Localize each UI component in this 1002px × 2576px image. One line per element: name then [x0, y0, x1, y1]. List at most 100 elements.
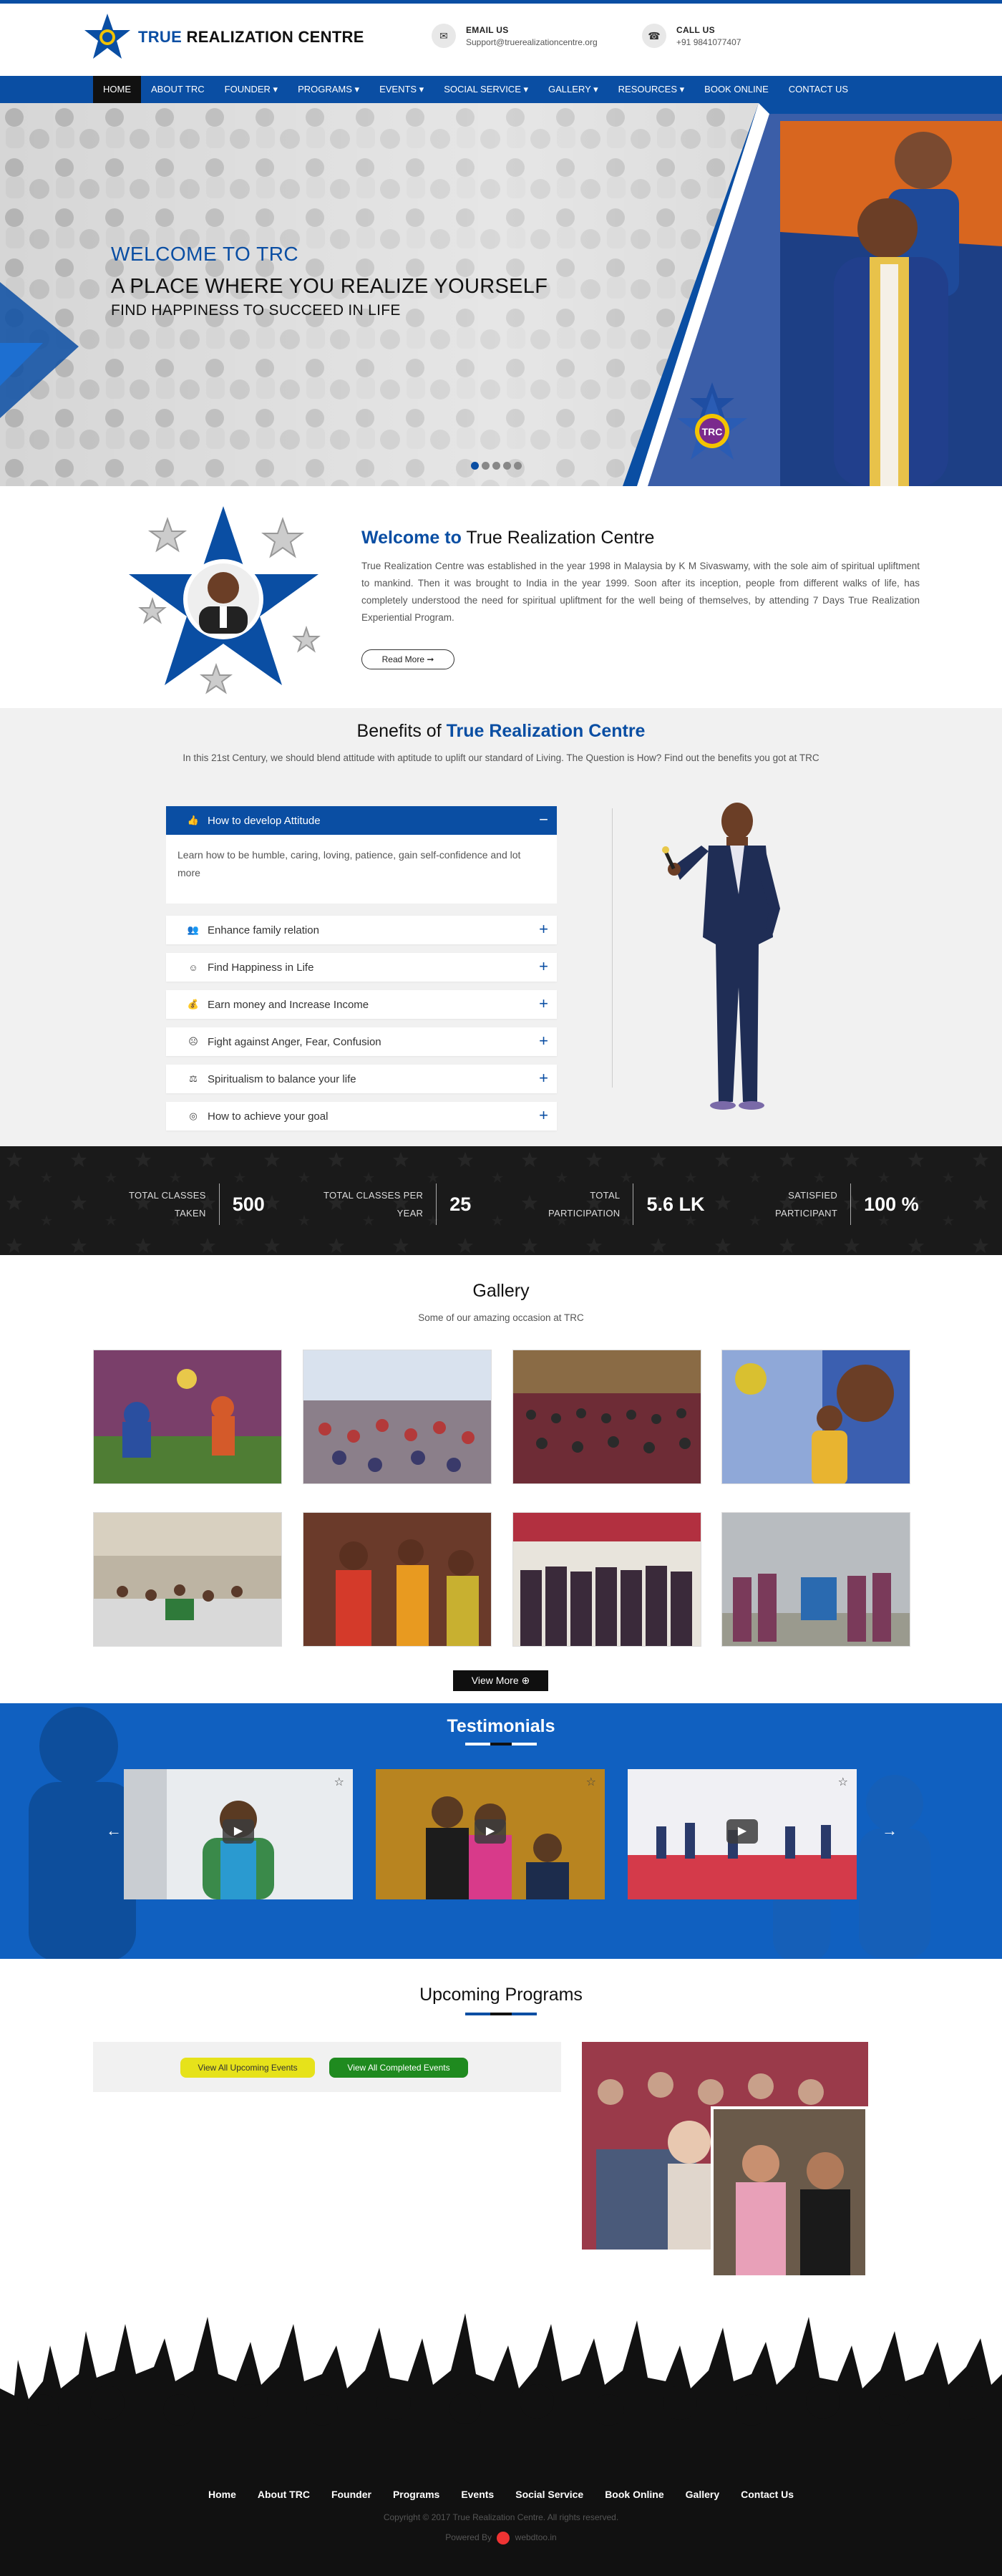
- accordion-label: How to develop Attitude: [208, 814, 321, 827]
- nav-contact[interactable]: CONTACT US: [779, 76, 858, 103]
- expand-icon[interactable]: +: [539, 1070, 548, 1087]
- frown-icon: ☹: [188, 1036, 198, 1047]
- nav-about[interactable]: ABOUT TRC: [141, 76, 215, 103]
- collapse-icon[interactable]: −: [539, 811, 548, 828]
- play-icon[interactable]: ▶: [223, 1819, 254, 1844]
- hero-slider[interactable]: TRC WELCOME TO TRC A PLACE WHERE YOU REA…: [0, 103, 1002, 486]
- email-contact[interactable]: ✉ EMAIL US Support@truerealizationcentre…: [432, 24, 598, 48]
- audience-photo-1: [303, 1350, 491, 1483]
- expand-icon[interactable]: +: [539, 1107, 548, 1124]
- nav-social-service[interactable]: SOCIAL SERVICE ▾: [434, 76, 538, 103]
- footer-link-programs[interactable]: Programs: [393, 2489, 439, 2500]
- site-logo[interactable]: TRUE REALIZATION CENTRE: [82, 12, 364, 62]
- slider-dot[interactable]: [514, 462, 522, 470]
- powered-by-name[interactable]: webdtoo.in: [515, 2532, 557, 2542]
- star-icon[interactable]: ☆: [586, 1775, 596, 1789]
- welcome-body: True Realization Centre was established …: [361, 561, 920, 623]
- slider-dot[interactable]: [492, 462, 500, 470]
- gallery-photo[interactable]: [512, 1512, 701, 1647]
- footer-link-gallery[interactable]: Gallery: [686, 2489, 719, 2500]
- footer-link-contact[interactable]: Contact Us: [741, 2489, 794, 2500]
- footer-link-book-online[interactable]: Book Online: [605, 2489, 663, 2500]
- call-value[interactable]: +91 9841077407: [676, 37, 741, 47]
- gallery-photo[interactable]: [93, 1350, 282, 1484]
- footer-link-about[interactable]: About TRC: [258, 2489, 310, 2500]
- carousel-prev-arrow-icon[interactable]: ←: [106, 1821, 122, 1840]
- users-icon: 👥: [187, 924, 200, 935]
- divider: [612, 808, 613, 1088]
- star-icon[interactable]: ☆: [838, 1775, 848, 1789]
- expand-icon[interactable]: +: [539, 1032, 548, 1050]
- accordion-item-family[interactable]: 👥 Enhance family relation +: [166, 916, 557, 944]
- read-more-button[interactable]: Read More ➞: [361, 649, 454, 669]
- speaker-banner-photo: [722, 1350, 910, 1483]
- stat-label: TOTAL CLASSES PER: [324, 1190, 424, 1201]
- view-more-button[interactable]: View More ⊕: [453, 1670, 548, 1691]
- title-underline: [465, 2013, 537, 2015]
- play-icon[interactable]: ▶: [475, 1819, 506, 1844]
- slider-dot[interactable]: [482, 462, 490, 470]
- footer-link-founder[interactable]: Founder: [331, 2489, 371, 2500]
- accordion-label: Enhance family relation: [208, 924, 319, 936]
- accordion-label: How to achieve your goal: [208, 1110, 329, 1123]
- audience-photo-2: [513, 1350, 701, 1483]
- phone-contact[interactable]: ☎ CALL US +91 9841077407: [642, 24, 741, 48]
- gallery-photo[interactable]: [721, 1350, 910, 1484]
- stat-label: PARTICIPANT: [775, 1208, 838, 1219]
- testimonial-video-card[interactable]: ▶ ☆: [376, 1769, 605, 1899]
- nav-programs[interactable]: PROGRAMS ▾: [288, 76, 369, 103]
- stat-label: SATISFIED: [788, 1190, 838, 1201]
- copyright-text: Copyright © 2017 True Realization Centre…: [383, 2512, 619, 2522]
- stat-label: TAKEN: [174, 1208, 206, 1219]
- founder-standing-image: [662, 803, 780, 1110]
- footer-link-events[interactable]: Events: [461, 2489, 494, 2500]
- play-icon[interactable]: ▶: [726, 1819, 758, 1844]
- nav-home[interactable]: HOME: [93, 76, 141, 103]
- view-upcoming-events-button[interactable]: View All Upcoming Events: [180, 2058, 315, 2078]
- accordion-item-goal[interactable]: ◎ How to achieve your goal +: [166, 1102, 557, 1130]
- testimonial-video-card[interactable]: ▶ ☆: [628, 1769, 857, 1899]
- nav-founder[interactable]: FOUNDER ▾: [215, 76, 288, 103]
- slider-dot[interactable]: [471, 462, 479, 470]
- nav-resources[interactable]: RESOURCES ▾: [608, 76, 695, 103]
- testimonial-video-card[interactable]: ▶ ☆: [124, 1769, 353, 1899]
- accordion-label: Find Happiness in Life: [208, 961, 314, 974]
- footer-link-home[interactable]: Home: [208, 2489, 236, 2500]
- expand-icon[interactable]: +: [539, 958, 548, 975]
- gallery-photo[interactable]: [512, 1350, 701, 1484]
- accordion-item-happiness[interactable]: ☺ Find Happiness in Life +: [166, 953, 557, 982]
- programs-photo-collage: [582, 2042, 868, 2278]
- nav-book-online[interactable]: BOOK ONLINE: [694, 76, 779, 103]
- expand-icon[interactable]: +: [539, 921, 548, 938]
- stat-participation: TOTAL PARTICIPATION 5.6 LK: [548, 1183, 704, 1225]
- call-label: CALL US: [676, 24, 715, 35]
- gallery-photo[interactable]: [303, 1350, 492, 1484]
- nav-events[interactable]: EVENTS ▾: [369, 76, 434, 103]
- footer-link-social-service[interactable]: Social Service: [515, 2489, 583, 2500]
- expand-icon[interactable]: +: [539, 995, 548, 1012]
- email-value[interactable]: Support@truerealizationcentre.org: [466, 37, 598, 47]
- nav-gallery[interactable]: GALLERY ▾: [538, 76, 608, 103]
- slider-dot[interactable]: [503, 462, 511, 470]
- view-completed-events-button[interactable]: View All Completed Events: [329, 2058, 468, 2078]
- gallery-photo[interactable]: [303, 1512, 492, 1647]
- welcome-title-rest: True Realization Centre: [461, 528, 655, 548]
- accordion-item-spiritualism[interactable]: ⚖ Spiritualism to balance your life +: [166, 1065, 557, 1093]
- gallery-photo[interactable]: [93, 1512, 282, 1647]
- founder-star-emblem: [129, 506, 321, 694]
- site-footer: Home About TRC Founder Programs Events S…: [0, 2303, 1002, 2576]
- stat-divider: [218, 1183, 220, 1225]
- gallery-photo[interactable]: [721, 1512, 910, 1647]
- thumbs-up-icon: 👍: [187, 815, 200, 825]
- welcome-section: Welcome to True Realization Centre True …: [0, 486, 1002, 708]
- carousel-next-arrow-icon[interactable]: →: [882, 1821, 898, 1840]
- accordion-item-anger[interactable]: ☹ Fight against Anger, Fear, Confusion +: [166, 1027, 557, 1056]
- accordion-item-attitude[interactable]: 👍 How to develop Attitude −: [166, 806, 557, 835]
- testimonials-title: Testimonials: [447, 1716, 555, 1736]
- accordion-item-money[interactable]: 💰 Earn money and Increase Income +: [166, 990, 557, 1019]
- stat-label: TOTAL CLASSES: [129, 1190, 206, 1201]
- gallery-subtitle: Some of our amazing occasion at TRC: [418, 1312, 584, 1323]
- main-nav: HOME ABOUT TRC FOUNDER ▾ PROGRAMS ▾ EVEN…: [0, 76, 1002, 103]
- testimonials-section: Testimonials ← ▶ ☆ ▶ ☆ ▶ ☆ →: [0, 1703, 1002, 1959]
- star-icon[interactable]: ☆: [334, 1775, 344, 1789]
